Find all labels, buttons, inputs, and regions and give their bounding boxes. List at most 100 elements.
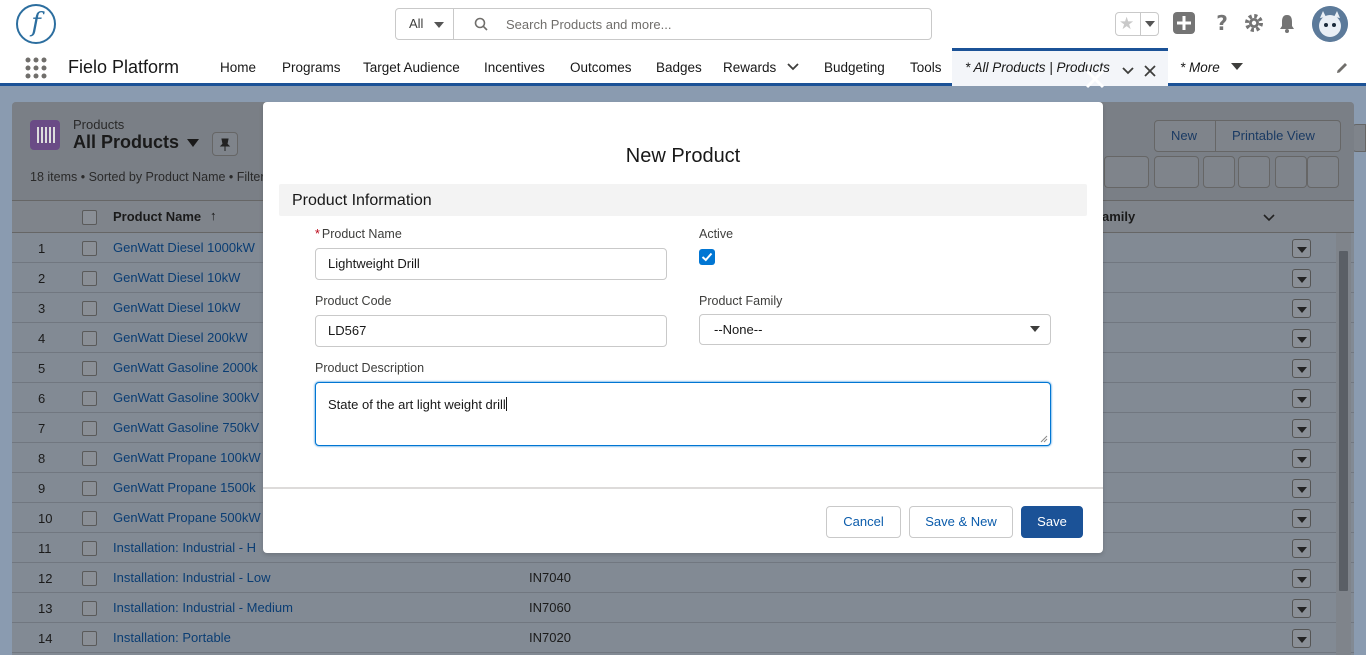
caret-down-icon	[1297, 517, 1307, 523]
column-header-product-name: Product Name	[113, 209, 202, 224]
settings-icon	[1104, 156, 1149, 188]
product-name-link: GenWatt Diesel 200kW	[113, 330, 248, 345]
product-code-cell: IN7060	[529, 600, 571, 615]
row-number: 1	[38, 241, 46, 256]
row-number: 8	[38, 451, 46, 466]
add-icon[interactable]	[1173, 12, 1195, 34]
row-checkbox	[82, 571, 97, 586]
pencil-icon[interactable]	[1335, 61, 1349, 75]
product-name-link: GenWatt Propane 1500k	[113, 480, 256, 495]
product-code-input[interactable]: LD567	[315, 315, 667, 347]
user-avatar[interactable]	[1312, 6, 1348, 42]
resize-handle-icon[interactable]	[1040, 435, 1048, 443]
nav-item-home[interactable]: Home	[220, 60, 256, 75]
nav-item-target-audience[interactable]: Target Audience	[363, 60, 460, 75]
section-title: Product Information	[292, 192, 432, 209]
nav-item-incentives[interactable]: Incentives	[484, 60, 545, 75]
utility-panel-toggle	[1352, 124, 1366, 152]
row-checkbox	[82, 541, 97, 556]
printable-view-button: Printable View	[1215, 120, 1341, 152]
product-family-select[interactable]: --None--	[699, 314, 1051, 345]
svg-text:?: ?	[1216, 12, 1228, 34]
fielo-logo[interactable]: f	[16, 4, 56, 44]
row-number: 2	[38, 271, 46, 286]
search-scope-select[interactable]: All	[396, 9, 454, 39]
row-checkbox	[82, 451, 97, 466]
caret-down-icon[interactable]	[1231, 63, 1243, 71]
row-actions-menu	[1292, 419, 1311, 438]
row-actions-menu	[1292, 269, 1311, 288]
favorites-button-group[interactable]: ★	[1115, 12, 1159, 36]
help-icon[interactable]: ?	[1211, 12, 1233, 34]
nav-more[interactable]: * More	[1180, 60, 1220, 75]
nav-item-budgeting[interactable]: Budgeting	[824, 60, 885, 75]
product-description-textarea[interactable]: State of the art light weight drill	[315, 382, 1051, 446]
caret-down-icon	[1297, 277, 1307, 283]
row-actions-menu	[1292, 599, 1311, 618]
product-name-link: Installation: Industrial - H	[113, 540, 257, 555]
checkmark-icon	[701, 252, 713, 262]
chevron-down-icon	[1263, 214, 1275, 222]
row-checkbox	[82, 421, 97, 436]
row-checkbox	[82, 481, 97, 496]
row-actions-menu	[1292, 629, 1311, 648]
chevron-down-icon	[1145, 21, 1155, 27]
new-product-modal: New Product Product Information * Product…	[263, 102, 1103, 553]
row-number: 3	[38, 301, 46, 316]
chevron-down-icon	[434, 22, 444, 28]
close-icon[interactable]	[1144, 65, 1156, 77]
caret-down-icon	[1030, 326, 1040, 332]
product-name-input[interactable]: Lightweight Drill	[315, 248, 667, 280]
row-checkbox	[82, 361, 97, 376]
row-actions-menu	[1292, 299, 1311, 318]
nav-item-badges[interactable]: Badges	[656, 60, 702, 75]
modal-title: New Product	[625, 145, 741, 167]
row-number: 5	[38, 361, 46, 376]
section-header[interactable]: Product Information	[279, 184, 1087, 216]
row-checkbox	[82, 631, 97, 646]
star-icon[interactable]: ★	[1119, 14, 1134, 34]
search-input[interactable]: Search Products and more...	[506, 17, 671, 32]
row-checkbox	[82, 601, 97, 616]
nav-item-outcomes[interactable]: Outcomes	[570, 60, 632, 75]
text-cursor	[505, 397, 507, 411]
row-number: 11	[38, 541, 52, 556]
bell-icon[interactable]	[1276, 12, 1298, 34]
edit-list-icon	[1238, 156, 1270, 188]
nav-item-rewards[interactable]: Rewards	[723, 60, 776, 75]
row-number: 13	[38, 601, 53, 616]
filter-icon	[1307, 156, 1339, 188]
caret-down-icon	[1297, 307, 1307, 313]
product-name-link: Installation: Industrial - Low	[113, 570, 271, 585]
app-launcher-icon[interactable]	[24, 56, 48, 80]
table-row: 12 Installation: Industrial - Low IN7040	[12, 563, 1354, 593]
chevron-down-icon[interactable]	[787, 62, 799, 72]
row-checkbox	[82, 511, 97, 526]
chevron-down-icon[interactable]	[1122, 66, 1134, 76]
row-checkbox	[82, 271, 97, 286]
product-code-label: Product Code	[315, 294, 392, 308]
save-and-new-button[interactable]: Save & New	[909, 506, 1013, 538]
product-family-value: --None--	[714, 322, 763, 337]
list-summary: 18 items • Sorted by Product Name • Filt…	[30, 170, 265, 184]
global-search[interactable]: All Search Products and more...	[395, 8, 932, 40]
select-all-checkbox	[82, 210, 97, 225]
list-view-picker-icon	[187, 139, 199, 147]
tab-all-products[interactable]: * All Products | Products	[952, 48, 1168, 86]
gear-icon[interactable]	[1243, 12, 1265, 34]
product-name-link: GenWatt Diesel 1000kW	[113, 240, 255, 255]
astro-avatar-icon	[1312, 6, 1348, 42]
cancel-button[interactable]: Cancel	[826, 506, 901, 538]
nav-item-programs[interactable]: Programs	[282, 60, 341, 75]
search-icon	[474, 17, 488, 31]
scrollbar	[1336, 233, 1351, 655]
row-actions-menu	[1292, 569, 1311, 588]
table-row: 14 Installation: Portable IN7020	[12, 623, 1354, 653]
nav-item-tools[interactable]: Tools	[910, 60, 942, 75]
row-actions-menu	[1292, 329, 1311, 348]
object-label: Products	[73, 117, 125, 132]
favorites-dropdown[interactable]	[1140, 13, 1158, 35]
close-icon[interactable]	[1084, 68, 1106, 90]
save-button[interactable]: Save	[1021, 506, 1083, 538]
active-checkbox[interactable]	[699, 249, 715, 265]
